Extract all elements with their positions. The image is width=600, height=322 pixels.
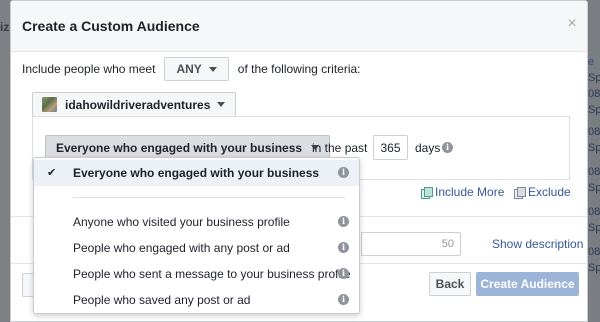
menu-item-visited-profile[interactable]: Anyone who visited your business profile… [34, 209, 359, 235]
background-page-right: e Sp 08 Sp 08 Sp 08 Sp 08 Sp 08 Sp [588, 0, 600, 322]
exclude-label: Exclude [528, 185, 571, 199]
include-more-icon [421, 186, 433, 199]
background-text-fragment: Sp [588, 104, 600, 116]
background-text-fragment: 08 [588, 166, 600, 178]
checkmark-icon: ✔ [47, 167, 57, 179]
menu-item-engaged-post-or-ad[interactable]: People who engaged with any post or ad i [34, 235, 359, 261]
include-more-link[interactable]: Include More [421, 185, 504, 199]
account-name: idahowildriveradventures [65, 97, 211, 112]
chevron-down-icon [217, 102, 226, 107]
info-icon[interactable]: i [338, 167, 349, 178]
engagement-type-menu: ✔ Everyone who engaged with your busines… [33, 157, 360, 314]
show-description-link[interactable]: Show description [492, 237, 583, 251]
back-button[interactable]: Back [429, 272, 471, 296]
character-limit-counter: 50 [441, 238, 454, 250]
background-text-fragment: 08 [588, 206, 600, 218]
create-audience-button[interactable]: Create Audience [476, 272, 579, 296]
info-icon[interactable]: i [338, 268, 349, 279]
audience-name-input[interactable]: 50 [361, 232, 461, 256]
menu-item-label: Anyone who visited your business profile [73, 215, 290, 229]
days-label: days [415, 141, 441, 155]
background-text-fragment: 08 [588, 126, 600, 138]
menu-item-label: People who saved any post or ad [73, 293, 251, 307]
background-text-fragment: Sp [588, 182, 600, 194]
background-text-fragment: iz [0, 20, 10, 34]
menu-item-label: People who engaged with any post or ad [73, 241, 290, 255]
background-text-fragment: 08 [588, 246, 600, 258]
engagement-type-value: Everyone who engaged with your business [56, 140, 303, 155]
criteria-suffix-text: of the following criteria: [237, 62, 361, 76]
chevron-down-icon [208, 66, 217, 72]
account-dropdown[interactable]: idahowildriveradventures [32, 92, 237, 117]
criteria-row: Include people who meet ANY of the follo… [22, 57, 361, 81]
exclude-icon [514, 186, 526, 199]
info-icon[interactable]: i [442, 142, 453, 153]
background-text-fragment: e [588, 56, 595, 68]
background-text-fragment: Sp [588, 222, 600, 234]
background-text-fragment: 08 [588, 88, 600, 100]
menu-item-everyone-engaged[interactable]: ✔ Everyone who engaged with your busines… [34, 160, 359, 186]
include-more-label: Include More [435, 185, 505, 199]
menu-item-label: People who sent a message to your busine… [73, 267, 351, 281]
close-icon[interactable]: × [565, 16, 579, 32]
background-text-fragment: Sp [588, 72, 600, 84]
menu-separator [73, 197, 345, 198]
match-type-dropdown[interactable]: ANY [164, 57, 229, 81]
retention-days-input[interactable] [373, 135, 408, 160]
background-text-fragment: Sp [588, 262, 600, 274]
menu-item-saved-post-or-ad[interactable]: People who saved any post or ad i [34, 287, 359, 313]
info-icon[interactable]: i [338, 216, 349, 227]
exclude-link[interactable]: Exclude [514, 185, 571, 199]
background-text-fragment: Sp [588, 142, 600, 154]
match-type-value: ANY [176, 62, 202, 76]
modal-header: Create a Custom Audience × [11, 1, 587, 52]
account-avatar [42, 97, 57, 112]
info-icon[interactable]: i [338, 242, 349, 253]
modal-title: Create a Custom Audience [22, 18, 200, 34]
criteria-prefix-text: Include people who meet [22, 62, 156, 76]
info-icon[interactable]: i [338, 294, 349, 305]
in-the-past-label: in the past [312, 141, 368, 155]
menu-item-sent-message[interactable]: People who sent a message to your busine… [34, 261, 359, 287]
menu-item-label: Everyone who engaged with your business [73, 166, 320, 180]
